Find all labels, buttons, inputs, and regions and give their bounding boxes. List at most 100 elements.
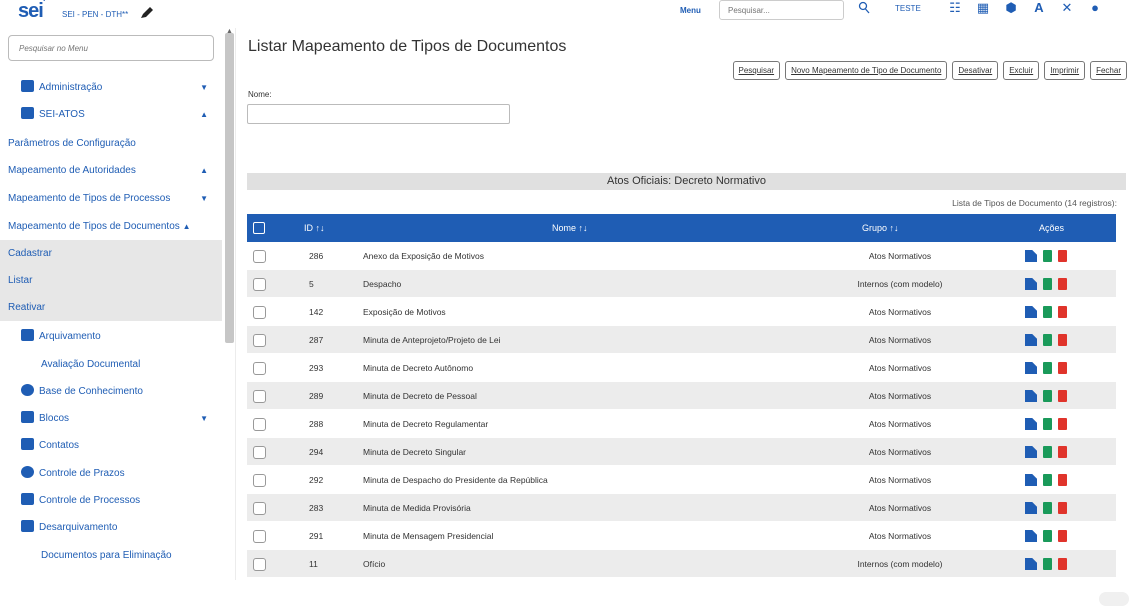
row-actions <box>1025 418 1067 430</box>
pesquisar-button[interactable]: Pesquisar <box>733 61 781 80</box>
edit-icon[interactable] <box>1025 418 1037 430</box>
deactivate-icon[interactable] <box>1043 446 1052 458</box>
edit-icon[interactable] <box>1025 446 1037 458</box>
grid-icon[interactable]: ☷ <box>948 1 962 15</box>
unit-selector[interactable]: TESTE <box>895 4 921 13</box>
sidebar-scrollbar[interactable] <box>225 33 234 343</box>
edit-icon[interactable] <box>1025 530 1037 542</box>
row-checkbox[interactable] <box>253 250 266 263</box>
row-id: 289 <box>309 382 323 410</box>
nome-field[interactable] <box>247 104 510 124</box>
sidebar-item-cadastrar[interactable]: Cadastrar <box>0 240 222 267</box>
deactivate-icon[interactable] <box>1043 558 1052 570</box>
delete-icon[interactable] <box>1058 362 1067 374</box>
sidebar-item-mapeamento-autoridades[interactable]: Mapeamento de Autoridades▲ <box>0 157 222 184</box>
deactivate-icon[interactable] <box>1043 474 1052 486</box>
sidebar-item-mapeamento-documentos[interactable]: Mapeamento de Tipos de Documentos ▲ <box>0 213 222 240</box>
font-size-icon[interactable]: A <box>1032 1 1046 15</box>
delete-icon[interactable] <box>1058 474 1067 486</box>
sei-logo[interactable]: sei! <box>18 0 44 23</box>
sidebar-item-controle-prazos[interactable]: Controle de Prazos <box>0 460 222 487</box>
id-header[interactable]: ID ↑↓ <box>304 214 325 242</box>
sidebar-item-base-conhecimento[interactable]: Base de Conhecimento <box>0 378 222 405</box>
menu-link[interactable]: Menu <box>680 6 701 15</box>
row-actions <box>1025 474 1067 486</box>
grupo-header[interactable]: Grupo ↑↓ <box>862 214 899 242</box>
imprimir-button[interactable]: Imprimir <box>1044 61 1085 80</box>
delete-icon[interactable] <box>1058 306 1067 318</box>
sidebar-item-administracao[interactable]: Administração▼ <box>0 74 222 101</box>
sidebar-item-reativar[interactable]: Reativar <box>0 294 222 321</box>
novo-mapeamento-button[interactable]: Novo Mapeamento de Tipo de Documento <box>785 61 947 80</box>
edit-icon[interactable] <box>1025 278 1037 290</box>
row-actions <box>1025 390 1067 402</box>
search-icon[interactable] <box>858 1 870 15</box>
delete-icon[interactable] <box>1058 558 1067 570</box>
row-checkbox[interactable] <box>253 362 266 375</box>
deactivate-icon[interactable] <box>1043 530 1052 542</box>
delete-icon[interactable] <box>1058 390 1067 402</box>
edit-icon[interactable] <box>1025 390 1037 402</box>
row-grupo: Atos Normativos <box>787 494 1013 522</box>
action-buttons: Pesquisar Novo Mapeamento de Tipo de Doc… <box>733 61 1128 80</box>
sidebar-item-parametros[interactable]: Parâmetros de Configuração <box>0 130 222 157</box>
sidebar-item-controle-processos[interactable]: Controle de Processos <box>0 487 222 514</box>
menu-search-input[interactable] <box>8 35 214 61</box>
sidebar-item-sei-atos[interactable]: SEI-ATOS▲ <box>0 101 222 128</box>
deactivate-icon[interactable] <box>1043 502 1052 514</box>
deactivate-icon[interactable] <box>1043 390 1052 402</box>
fechar-button[interactable]: Fechar <box>1090 61 1127 80</box>
row-checkbox[interactable] <box>253 390 266 403</box>
deactivate-icon[interactable] <box>1043 306 1052 318</box>
desativar-button[interactable]: Desativar <box>952 61 998 80</box>
row-checkbox[interactable] <box>253 306 266 319</box>
deactivate-icon[interactable] <box>1043 250 1052 262</box>
edit-icon[interactable] <box>1025 334 1037 346</box>
row-checkbox[interactable] <box>253 418 266 431</box>
sidebar-item-arquivamento[interactable]: Arquivamento <box>0 323 222 350</box>
badge-icon[interactable]: ⬢ <box>1004 1 1018 15</box>
delete-icon[interactable] <box>1058 446 1067 458</box>
sidebar-item-desarquivamento[interactable]: Desarquivamento <box>0 514 222 541</box>
edit-icon[interactable] <box>1025 474 1037 486</box>
user-icon[interactable]: ● <box>1088 1 1102 15</box>
sidebar-item-contatos[interactable]: Contatos <box>0 432 222 459</box>
global-search-input[interactable] <box>719 0 844 20</box>
delete-icon[interactable] <box>1058 278 1067 290</box>
row-checkbox[interactable] <box>253 530 266 543</box>
sidebar-item-avaliacao-documental[interactable]: Avaliação Documental <box>0 351 222 378</box>
tools-icon[interactable]: ✕ <box>1060 1 1074 15</box>
sidebar-item-mapeamento-processos[interactable]: Mapeamento de Tipos de Processos▼ <box>0 185 222 212</box>
deactivate-icon[interactable] <box>1043 334 1052 346</box>
row-checkbox[interactable] <box>253 474 266 487</box>
sidebar-item-listar[interactable]: Listar <box>0 267 222 294</box>
row-checkbox[interactable] <box>253 278 266 291</box>
list-icon <box>21 493 34 505</box>
edit-icon[interactable] <box>1025 502 1037 514</box>
sidebar-item-blocos[interactable]: Blocos▼ <box>0 405 222 432</box>
scroll-top-button[interactable] <box>1099 592 1129 606</box>
select-all-checkbox[interactable] <box>253 222 265 234</box>
edit-icon[interactable] <box>1025 306 1037 318</box>
delete-icon[interactable] <box>1058 502 1067 514</box>
nome-header[interactable]: Nome ↑↓ <box>552 214 588 242</box>
delete-icon[interactable] <box>1058 250 1067 262</box>
deactivate-icon[interactable] <box>1043 418 1052 430</box>
page-title: Listar Mapeamento de Tipos de Documentos <box>248 38 566 56</box>
edit-icon[interactable] <box>1025 250 1037 262</box>
excluir-button[interactable]: Excluir <box>1003 61 1039 80</box>
row-checkbox[interactable] <box>253 334 266 347</box>
pencil-icon[interactable] <box>140 7 154 19</box>
deactivate-icon[interactable] <box>1043 278 1052 290</box>
sidebar-item-documentos-eliminacao[interactable]: Documentos para Eliminação <box>0 542 222 569</box>
deactivate-icon[interactable] <box>1043 362 1052 374</box>
delete-icon[interactable] <box>1058 418 1067 430</box>
delete-icon[interactable] <box>1058 334 1067 346</box>
row-checkbox[interactable] <box>253 558 266 571</box>
calendar-icon[interactable]: ▦ <box>976 1 990 15</box>
row-checkbox[interactable] <box>253 446 266 459</box>
edit-icon[interactable] <box>1025 558 1037 570</box>
edit-icon[interactable] <box>1025 362 1037 374</box>
delete-icon[interactable] <box>1058 530 1067 542</box>
row-checkbox[interactable] <box>253 502 266 515</box>
